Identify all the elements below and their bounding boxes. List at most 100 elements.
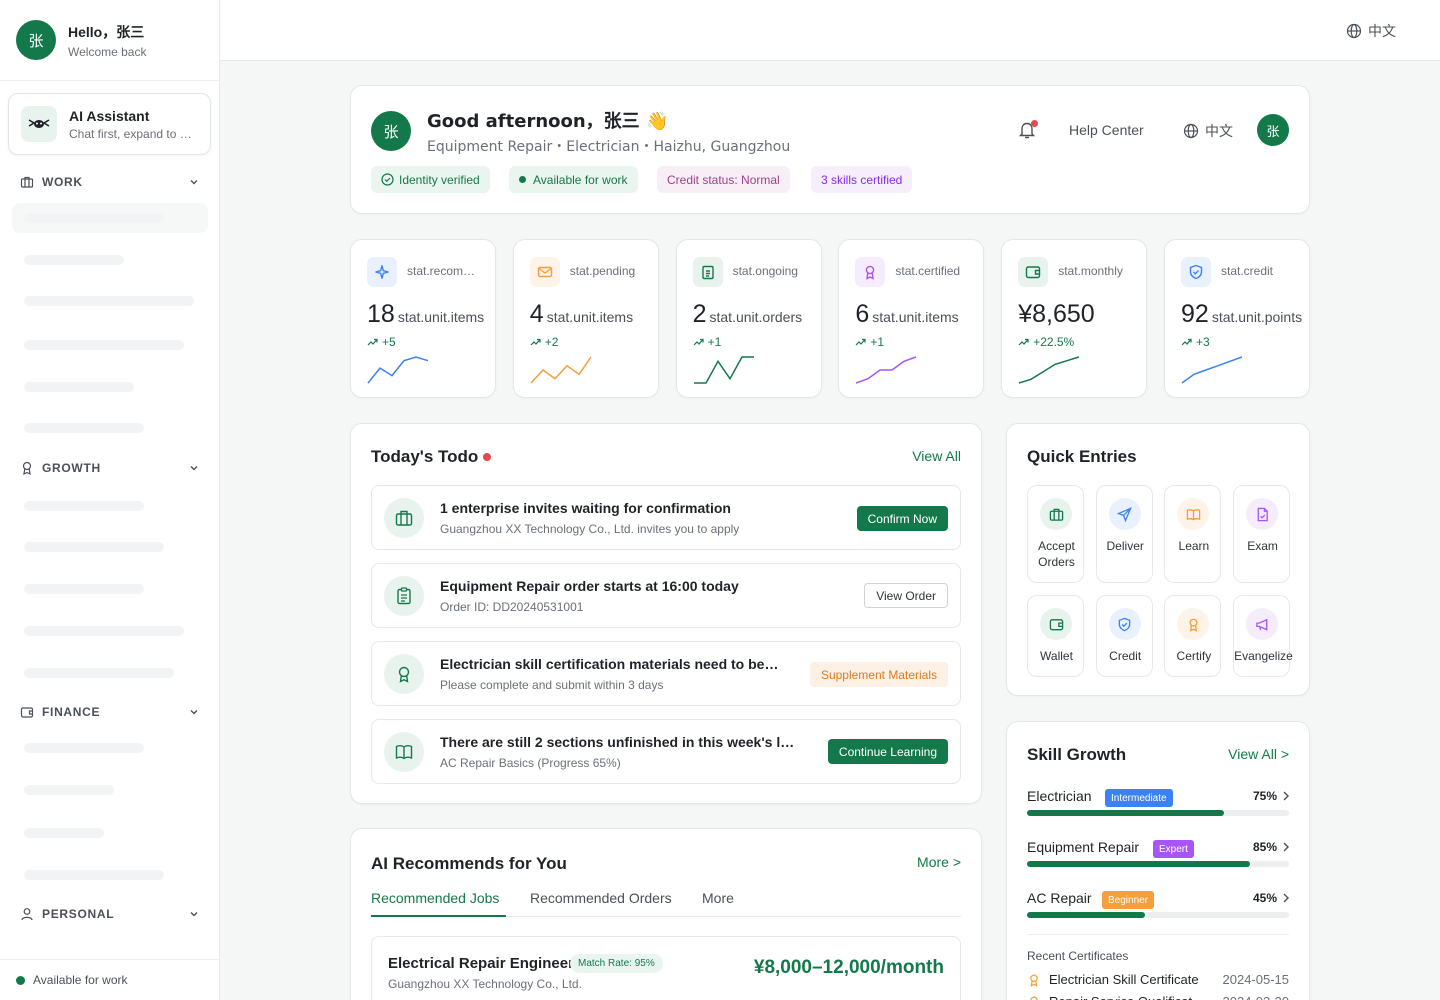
todo-item-title: Equipment Repair order starts at 16:00 t… (440, 578, 739, 594)
award-icon (855, 257, 886, 287)
certificate-name: Repair Service Qualification (1049, 994, 1207, 1000)
wallet-icon (1018, 257, 1049, 287)
sidebar-item[interactable] (24, 340, 184, 350)
skill-level-tag: Expert (1153, 840, 1194, 858)
ai-assistant-title: AI Assistant (69, 107, 150, 124)
sidebar-item[interactable] (24, 382, 134, 392)
avatar[interactable]: 张 (16, 20, 56, 60)
sidebar-item[interactable] (24, 501, 144, 511)
sidebar-item[interactable] (24, 828, 104, 838)
quick-entry-credit[interactable]: Credit (1095, 595, 1153, 677)
shield-icon (1181, 257, 1211, 287)
todo-item-desc: Please complete and submit within 3 days (440, 678, 664, 692)
stat-card[interactable]: stat.ongoing 2 stat.unit.orders +1 (675, 239, 822, 398)
work-status-footer[interactable]: Available for work (0, 959, 219, 1000)
quick-entries-card: Quick Entries Accept Orders Deliver Lear… (1006, 423, 1310, 696)
confirm-now-button[interactable]: Confirm Now (856, 506, 948, 531)
todo-item[interactable]: Equipment Repair order starts at 16:00 t… (371, 563, 961, 628)
quick-entry-deliver[interactable]: Deliver (1095, 485, 1153, 583)
certificate-row[interactable]: Repair Service Qualification 2024-03-20 (1027, 994, 1289, 1000)
top-bar: 中文 (220, 0, 1440, 61)
sidebar-item[interactable] (24, 584, 144, 594)
stat-name: stat.certified (895, 264, 961, 278)
sidebar-item[interactable] (24, 785, 114, 795)
stat-card[interactable]: stat.certified 6 stat.unit.items +1 (838, 239, 985, 398)
todo-item[interactable]: 1 enterprise invites waiting for confirm… (371, 485, 961, 550)
skill-progress-fill (1027, 861, 1250, 867)
ai-bot-icon (21, 106, 57, 142)
status-dot (16, 975, 25, 985)
stat-card[interactable]: stat.recommended 18stat.unit.items +5 (350, 239, 496, 398)
active-tab-indicator (371, 915, 506, 917)
chevron-right-icon[interactable] (1281, 790, 1291, 802)
sidebar-item[interactable] (24, 668, 174, 678)
trend-up-icon (1181, 338, 1192, 346)
sidebar-item[interactable] (24, 423, 144, 433)
section-personal[interactable]: PERSONAL (20, 907, 200, 921)
stat-number: 92 (1181, 300, 1209, 328)
continue-learning-button[interactable]: Continue Learning (827, 739, 948, 764)
quick-entry-accept-orders[interactable]: Accept Orders (1027, 485, 1084, 583)
language-switch[interactable]: 中文 (1346, 21, 1396, 41)
todo-title: Today's Todo (371, 447, 479, 466)
stat-trend: +2 (530, 335, 558, 349)
view-order-button[interactable]: View Order (864, 583, 948, 608)
recommend-more-link[interactable]: More > (917, 854, 961, 870)
chevron-down-icon (190, 466, 198, 471)
sidebar-item[interactable] (24, 255, 124, 265)
tab-recommended-jobs[interactable]: Recommended Jobs (371, 890, 499, 906)
stat-value: 6 stat.unit.items (855, 300, 958, 329)
certificate-row[interactable]: Electrician Skill Certificate 2024-05-15 (1027, 972, 1289, 987)
sparkline (1018, 356, 1080, 384)
quick-entry-label: Credit (1109, 649, 1142, 663)
stat-unit: stat.unit.points (1211, 309, 1303, 325)
quick-entry-evangelize[interactable]: Evangelize (1233, 595, 1293, 677)
todo-item[interactable]: Electrician skill certification material… (371, 641, 961, 706)
trend-value: +1 (870, 335, 885, 349)
chevron-right-icon[interactable] (1281, 892, 1291, 904)
stat-card[interactable]: stat.monthly ¥8,650 +22.5% (1001, 239, 1148, 398)
quick-entry-wallet[interactable]: Wallet (1027, 595, 1084, 677)
ai-assistant-card[interactable]: AI Assistant Chat first, expand to more (8, 93, 211, 155)
language-switch[interactable]: 中文 (1183, 121, 1233, 141)
stat-card[interactable]: stat.credit 92 stat.unit.points +3 (1164, 239, 1310, 398)
skill-view-all-link[interactable]: View All > (1228, 746, 1289, 762)
stat-unit: stat.unit.items (872, 309, 959, 325)
todo-item-desc: Guangzhou XX Technology Co., Ltd. invite… (440, 522, 740, 536)
section-work[interactable]: WORK (20, 175, 200, 189)
section-finance[interactable]: FINANCE (20, 705, 200, 719)
user-avatar-button[interactable]: 张 (1257, 114, 1289, 146)
todo-view-all-link[interactable]: View All (912, 448, 961, 464)
avatar[interactable]: 张 (371, 111, 411, 151)
quick-entry-certify[interactable]: Certify (1164, 595, 1222, 677)
stat-card[interactable]: stat.pending 4 stat.unit.items +2 (512, 239, 659, 398)
sparkline-series (1018, 356, 1080, 384)
quick-entry-exam[interactable]: Exam (1233, 485, 1291, 583)
chevron-right-icon[interactable] (1281, 841, 1291, 853)
stat-name: stat.recommended (407, 264, 485, 278)
tab-more[interactable]: More (702, 890, 734, 906)
section-growth[interactable]: GROWTH (20, 461, 200, 475)
sidebar-item[interactable] (24, 626, 184, 636)
user-greeting: Hello，张三 (68, 23, 145, 40)
sidebar-item[interactable] (24, 296, 194, 306)
greeting-card: 张 Good afternoon，张三 👋 Equipment Repair・E… (350, 85, 1310, 214)
sidebar-item[interactable] (24, 213, 164, 223)
todo-item[interactable]: There are still 2 sections unfinished in… (371, 719, 961, 784)
todo-item-desc: AC Repair Basics (Progress 65%) (440, 756, 621, 770)
job-card[interactable]: Electrical Repair Engineer Match Rate: 9… (371, 936, 961, 1000)
sidebar-item[interactable] (24, 542, 164, 552)
todo-item-title: Electrician skill certification material… (440, 656, 782, 672)
notification-button[interactable] (1017, 120, 1038, 145)
shield-icon (1108, 608, 1141, 640)
credit-badge: Credit status: Normal (657, 166, 790, 193)
help-center-link[interactable]: Help Center (1069, 122, 1144, 138)
sidebar-user[interactable]: 张 Hello，张三 Welcome back (0, 0, 219, 81)
stat-number: 4 (529, 300, 544, 328)
award-icon (22, 461, 32, 475)
sidebar-item[interactable] (24, 870, 164, 880)
supplement-materials-button[interactable]: Supplement Materials (809, 662, 948, 687)
quick-entry-learn[interactable]: Learn (1164, 485, 1222, 583)
tab-recommended-orders[interactable]: Recommended Orders (530, 890, 672, 906)
sidebar-item[interactable] (24, 743, 144, 753)
